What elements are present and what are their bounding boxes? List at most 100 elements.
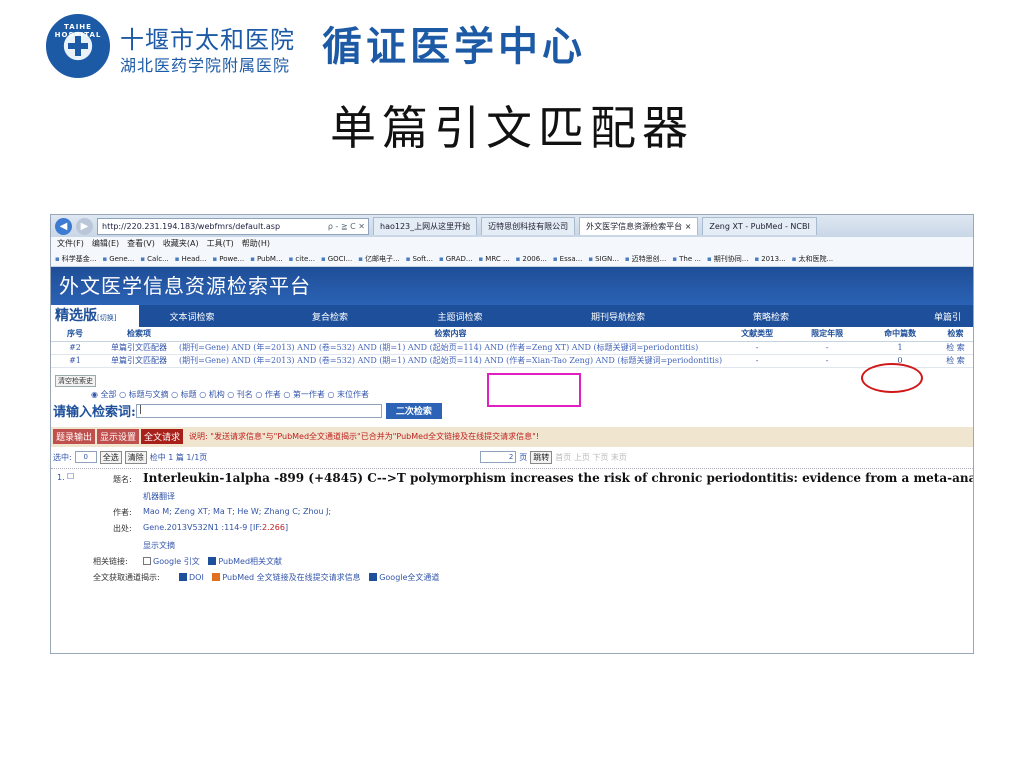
record-title[interactable]: Interleukin-1alpha -899 (+4845) C-->T po… (143, 471, 973, 485)
nav-compound-search[interactable]: 复合检索 (245, 310, 415, 323)
display-settings-button[interactable]: 显示设置 (97, 429, 140, 444)
menu-help[interactable]: 帮助(H) (242, 237, 270, 251)
clear-selection-button[interactable]: 清除 (124, 450, 147, 464)
clear-history-button[interactable]: 清空检索史 (55, 374, 96, 387)
fulltext-request-button[interactable]: 全文请求 (141, 429, 184, 444)
favorite-link[interactable]: 2006... (516, 251, 547, 266)
favorite-link[interactable]: 迈特思创... (625, 251, 667, 266)
tab-close-icon[interactable]: × (685, 222, 692, 231)
doi-link[interactable]: DOI (189, 573, 204, 582)
favorite-link[interactable]: 亿邮电子... (358, 251, 400, 266)
show-abstract-link[interactable]: 显示文摘 (143, 540, 175, 551)
slide-title: 单篇引文匹配器 (330, 101, 694, 155)
page-input[interactable]: 2 (480, 451, 517, 463)
browser-tab-maitesichuang[interactable]: 迈特思创科技有限公司 (481, 217, 576, 235)
search-history-table: 序号 检索项 检索内容 文献类型 限定年限 命中篇数 检索 #2 单篇引文匹配器… (51, 327, 973, 368)
pubmed-icon (208, 557, 217, 565)
favorite-link[interactable]: SIGN... (588, 251, 619, 266)
menu-file[interactable]: 文件(F) (57, 237, 84, 251)
edition-switch-link[interactable]: [切换] (97, 314, 116, 322)
row-hits[interactable]: 1 (862, 341, 939, 355)
col-header: 检索内容 (179, 327, 723, 342)
row-item: 单篇引文匹配器 (99, 354, 179, 368)
source-link[interactable]: Gene.2013V532N1 :114-9 (143, 523, 247, 532)
address-controls[interactable]: ρ - ≧ C ✕ (328, 219, 368, 234)
favorite-link[interactable]: Gene... (102, 251, 134, 266)
browser-window: ◀ ▶ http://220.231.194.183/webfmrs/defau… (50, 214, 974, 654)
google-cite-link[interactable]: Google 引文 (153, 557, 200, 566)
menu-tools[interactable]: 工具(T) (207, 237, 234, 251)
browser-tab-hao123[interactable]: hao123_上网从这里开始 (373, 217, 478, 235)
pubmed-fulltext-link[interactable]: PubMed 全文链接及在线提交请求信息 (222, 573, 360, 582)
col-header: 检索 (938, 327, 973, 342)
search-label: 请输入检索词: (53, 405, 136, 420)
favorite-link[interactable]: 2013... (754, 251, 786, 266)
paging-links[interactable]: 首页 上页 下页 末页 (555, 452, 627, 463)
forward-icon[interactable]: ▶ (76, 217, 93, 235)
favorite-link[interactable]: 太和医院... (792, 251, 833, 266)
pubmed-related-link[interactable]: PubMed相关文献 (218, 557, 282, 566)
select-all-button[interactable]: 全选 (99, 450, 122, 464)
selection-bar: 选中: 0 全选 清除 检中 1 篇 1/1页 2 页 跳转 首页 上页 下页 … (51, 447, 973, 469)
row-search-link[interactable]: 检 索 (938, 341, 973, 355)
hospital-subname: 湖北医药学院附属医院 (120, 56, 291, 75)
menu-view[interactable]: 查看(V) (127, 237, 155, 251)
machine-translate-link[interactable]: 机器翻译 (143, 491, 175, 502)
browser-tab-active[interactable]: 外文医学信息资源检索平台 × (579, 217, 699, 235)
back-icon[interactable]: ◀ (55, 217, 72, 235)
nav-text-search[interactable]: 文本词检索 (139, 310, 245, 323)
favorite-link[interactable]: MRC ... (479, 251, 509, 266)
favorite-link[interactable]: Head... (175, 251, 207, 266)
row-item: 单篇引文匹配器 (99, 341, 179, 355)
row-type: - (722, 354, 793, 368)
address-bar[interactable]: http://220.231.194.183/webfmrs/default.a… (97, 217, 369, 235)
col-header: 检索项 (99, 327, 179, 342)
selected-label: 选中: (53, 452, 72, 462)
pubmed-fulltext-icon (212, 573, 221, 581)
favorite-link[interactable]: Soft... (406, 251, 433, 266)
row-no: #2 (51, 341, 99, 355)
nav-journal-search[interactable]: 期刊导航检索 (505, 310, 731, 323)
favorite-link[interactable]: The ... (672, 251, 701, 266)
table-row: #1 单篇引文匹配器 (期刊=Gene) AND (年=2013) AND (卷… (51, 354, 973, 368)
favorite-link[interactable]: GOCI... (321, 251, 353, 266)
col-header: 限定年限 (792, 327, 863, 342)
source-label: 出处: (113, 523, 132, 533)
menu-edit[interactable]: 编辑(E) (92, 237, 119, 251)
record-checkbox[interactable]: ☐ (67, 472, 74, 481)
favorite-link[interactable]: Calc... (140, 251, 169, 266)
favorite-link[interactable]: Essa... (553, 251, 583, 266)
favorite-link[interactable]: cite... (289, 251, 315, 266)
secondary-search-button[interactable]: 二次检索 (385, 402, 442, 419)
menu-favorites[interactable]: 收藏夹(A) (163, 237, 199, 251)
row-content[interactable]: (期刊=Gene) AND (年=2013) AND (卷=532) AND (… (179, 354, 723, 368)
row-years: - (792, 341, 863, 355)
favorite-link[interactable]: 期刊协同... (707, 251, 749, 266)
search-input[interactable]: | (135, 403, 382, 418)
jump-button[interactable]: 跳转 (530, 450, 553, 464)
result-record: 1. ☐ 题名: Interleukin-1alpha -899 (+4845)… (51, 469, 973, 609)
favorite-link[interactable]: Powe... (212, 251, 244, 266)
nav-mesh-search[interactable]: 主题词检索 (415, 310, 505, 323)
page-unit: 页 (519, 452, 528, 462)
browser-tab-active-label: 外文医学信息资源检索平台 (586, 222, 683, 231)
row-search-link[interactable]: 检 索 (938, 354, 973, 368)
if-prefix: [IF: (249, 522, 263, 532)
hits-highlight-ellipse (861, 363, 923, 393)
record-index: 1. (57, 472, 65, 482)
favorite-link[interactable]: 科学基金... (55, 251, 97, 266)
export-button[interactable]: 题录输出 (53, 429, 96, 444)
browser-tab-pubmed[interactable]: Zeng XT - PubMed - NCBI (702, 217, 817, 235)
row-content[interactable]: (期刊=Gene) AND (年=2013) AND (卷=532) AND (… (179, 341, 723, 355)
nav-citation-matcher[interactable]: 单篇引 (811, 310, 961, 323)
title-label: 题名: (113, 474, 132, 484)
nav-strategy-search[interactable]: 策略检索 (731, 310, 811, 323)
favorite-link[interactable]: GRAD... (439, 251, 473, 266)
favorites-bar: 科学基金... Gene... Calc... Head... Powe... … (51, 251, 973, 267)
hit-info: 检中 1 篇 1/1页 (149, 452, 208, 462)
record-authors[interactable]: Mao M; Zeng XT; Ma T; He W; Zhang C; Zho… (143, 507, 331, 516)
favorite-link[interactable]: PubM... (250, 251, 283, 266)
col-header: 文献类型 (722, 327, 793, 342)
site-nav: 精选版[切换] 文本词检索 复合检索 主题词检索 期刊导航检索 策略检索 单篇引 (51, 305, 973, 327)
google-fulltext-link[interactable]: Google全文通道 (379, 573, 439, 582)
